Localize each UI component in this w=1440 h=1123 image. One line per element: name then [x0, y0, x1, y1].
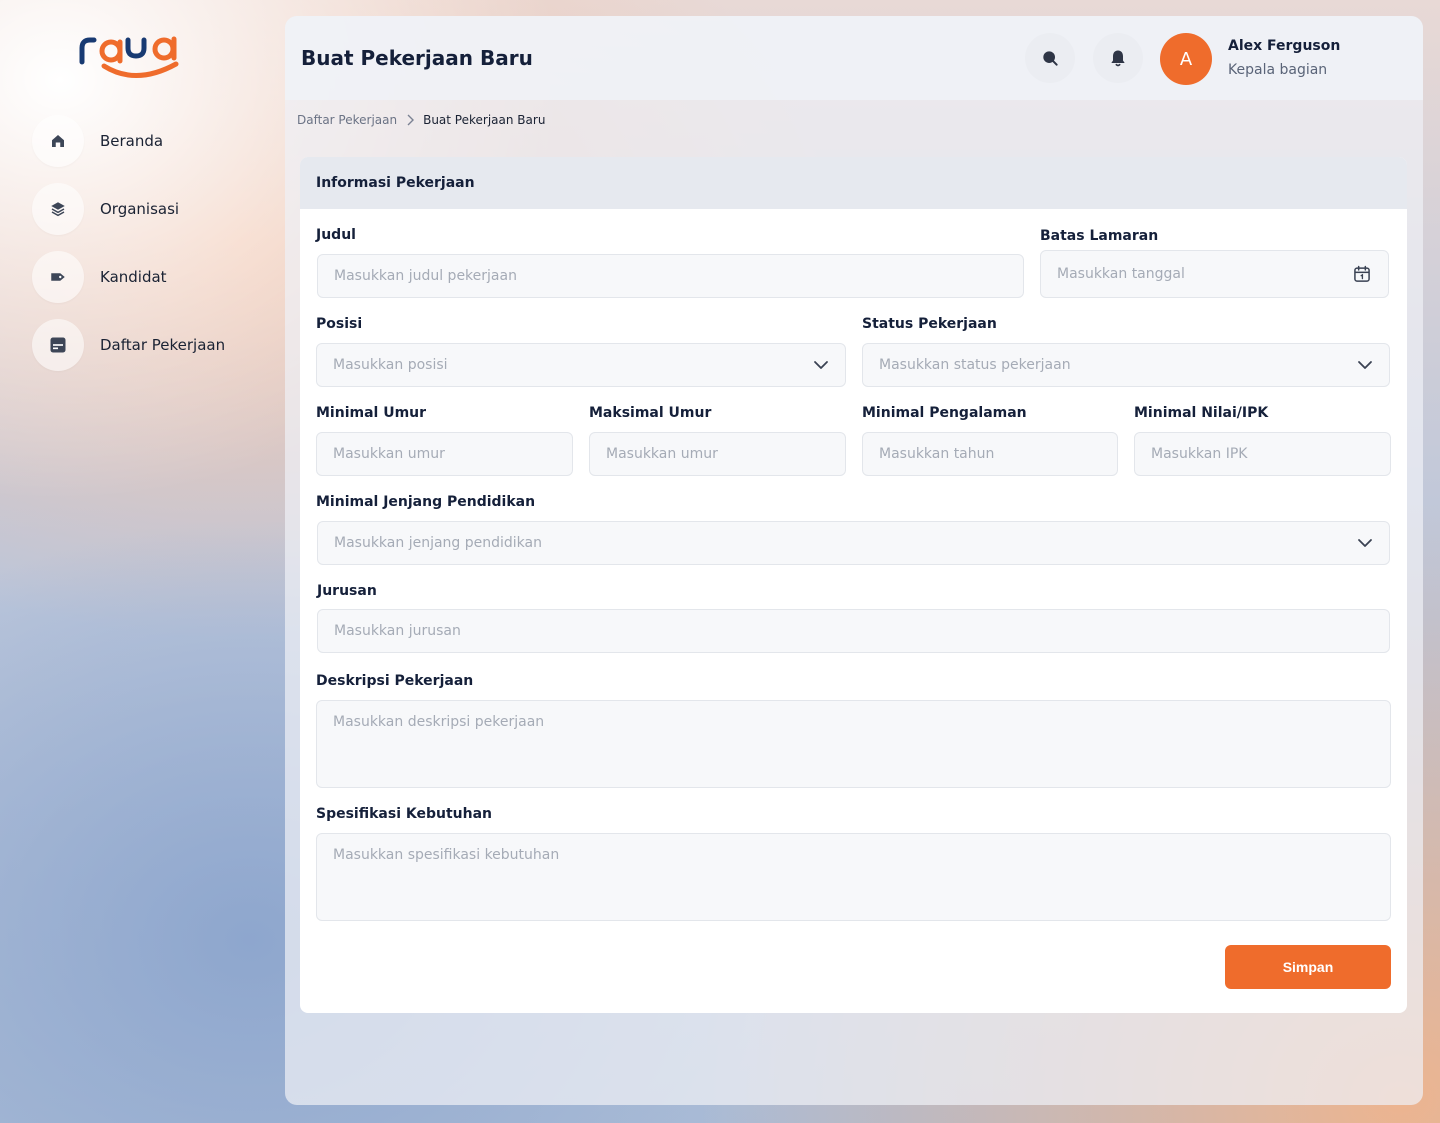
posisi-placeholder: Masukkan posisi [333, 357, 448, 373]
posisi-label: Posisi [316, 316, 363, 332]
briefcase-list-icon [32, 319, 84, 371]
batas-lamaran-date-input[interactable]: Masukkan tanggal [1040, 250, 1389, 298]
judul-label: Judul [316, 227, 356, 243]
batas-lamaran-label: Batas Lamaran [1040, 228, 1159, 244]
chevron-down-icon [1357, 360, 1373, 370]
tag-icon [32, 251, 84, 303]
judul-input[interactable]: Masukkan judul pekerjaan [317, 254, 1024, 298]
posisi-select[interactable]: Masukkan posisi [316, 343, 846, 387]
minimal-umur-label: Minimal Umur [316, 405, 427, 421]
search-icon [1043, 51, 1058, 66]
judul-placeholder: Masukkan judul pekerjaan [334, 268, 517, 284]
avatar[interactable]: A [1160, 33, 1212, 85]
maksimal-umur-label: Maksimal Umur [589, 405, 712, 421]
minimal-umur-input[interactable]: Masukkan umur [316, 432, 573, 476]
section-title: Informasi Pekerjaan [300, 157, 1407, 209]
sidebar-item-label: Organisasi [100, 200, 180, 218]
maksimal-umur-placeholder: Masukkan umur [606, 446, 718, 462]
search-button[interactable] [1025, 33, 1075, 83]
batas-lamaran-placeholder: Masukkan tanggal [1057, 266, 1185, 282]
sidebar-item-label: Daftar Pekerjaan [100, 336, 226, 354]
breadcrumb-current: Buat Pekerjaan Baru [423, 113, 546, 127]
save-button[interactable]: Simpan [1225, 945, 1391, 989]
deskripsi-placeholder: Masukkan deskripsi pekerjaan [333, 714, 545, 730]
deskripsi-textarea[interactable]: Masukkan deskripsi pekerjaan [316, 700, 1391, 788]
top-bar: Buat Pekerjaan Baru A Alex Ferguson Kepa… [285, 16, 1423, 100]
maksimal-umur-input[interactable]: Masukkan umur [589, 432, 846, 476]
jenjang-pendidikan-select[interactable]: Masukkan jenjang pendidikan [317, 521, 1390, 565]
minimal-pengalaman-label: Minimal Pengalaman [862, 405, 1027, 421]
sidebar-item-label: Kandidat [100, 268, 167, 286]
jenjang-pendidikan-placeholder: Masukkan jenjang pendidikan [334, 535, 542, 551]
minimal-umur-placeholder: Masukkan umur [333, 446, 445, 462]
sidebar-item-organisasi[interactable]: Organisasi [32, 183, 262, 235]
sidebar-item-beranda[interactable]: Beranda [32, 115, 262, 167]
deskripsi-label: Deskripsi Pekerjaan [316, 673, 474, 689]
main-panel: Buat Pekerjaan Baru A Alex Ferguson Kepa… [285, 16, 1423, 1105]
job-form-card: Informasi Pekerjaan Judul Masukkan judul… [300, 157, 1407, 1013]
sidebar-item-label: Beranda [100, 132, 164, 150]
layers-icon [32, 183, 84, 235]
chevron-down-icon [1357, 538, 1373, 548]
user-role: Kepala bagian [1228, 62, 1328, 78]
sidebar-item-daftar-pekerjaan[interactable]: Daftar Pekerjaan [32, 319, 262, 371]
status-pekerjaan-label: Status Pekerjaan [862, 316, 997, 332]
home-icon [32, 115, 84, 167]
sidebar-item-kandidat[interactable]: Kandidat [32, 251, 262, 303]
minimal-ipk-input[interactable]: Masukkan IPK [1134, 432, 1391, 476]
breadcrumb-link-daftar-pekerjaan[interactable]: Daftar Pekerjaan [297, 113, 397, 127]
page-title: Buat Pekerjaan Baru [301, 46, 533, 70]
minimal-ipk-placeholder: Masukkan IPK [1151, 446, 1248, 462]
raya-logo[interactable] [78, 30, 184, 82]
chevron-down-icon [813, 360, 829, 370]
spesifikasi-textarea[interactable]: Masukkan spesifikasi kebutuhan [316, 833, 1391, 921]
status-pekerjaan-select[interactable]: Masukkan status pekerjaan [862, 343, 1390, 387]
jenjang-pendidikan-label: Minimal Jenjang Pendidikan [316, 494, 536, 510]
spesifikasi-label: Spesifikasi Kebutuhan [316, 806, 492, 822]
calendar-icon[interactable] [1352, 264, 1372, 284]
jurusan-input[interactable]: Masukkan jurusan [317, 609, 1390, 653]
user-name: Alex Ferguson [1228, 38, 1341, 54]
jurusan-placeholder: Masukkan jurusan [334, 623, 461, 639]
status-pekerjaan-placeholder: Masukkan status pekerjaan [879, 357, 1071, 373]
minimal-pengalaman-placeholder: Masukkan tahun [879, 446, 995, 462]
breadcrumb: Daftar Pekerjaan Buat Pekerjaan Baru [297, 113, 545, 127]
spesifikasi-placeholder: Masukkan spesifikasi kebutuhan [333, 847, 560, 863]
bell-icon [1111, 50, 1125, 67]
minimal-ipk-label: Minimal Nilai/IPK [1134, 405, 1269, 421]
jurusan-label: Jurusan [317, 583, 377, 599]
minimal-pengalaman-input[interactable]: Masukkan tahun [862, 432, 1118, 476]
notification-button[interactable] [1093, 33, 1143, 83]
sidebar: Beranda Organisasi Kandidat Daftar Peker… [0, 0, 285, 1123]
chevron-right-icon [405, 114, 415, 126]
